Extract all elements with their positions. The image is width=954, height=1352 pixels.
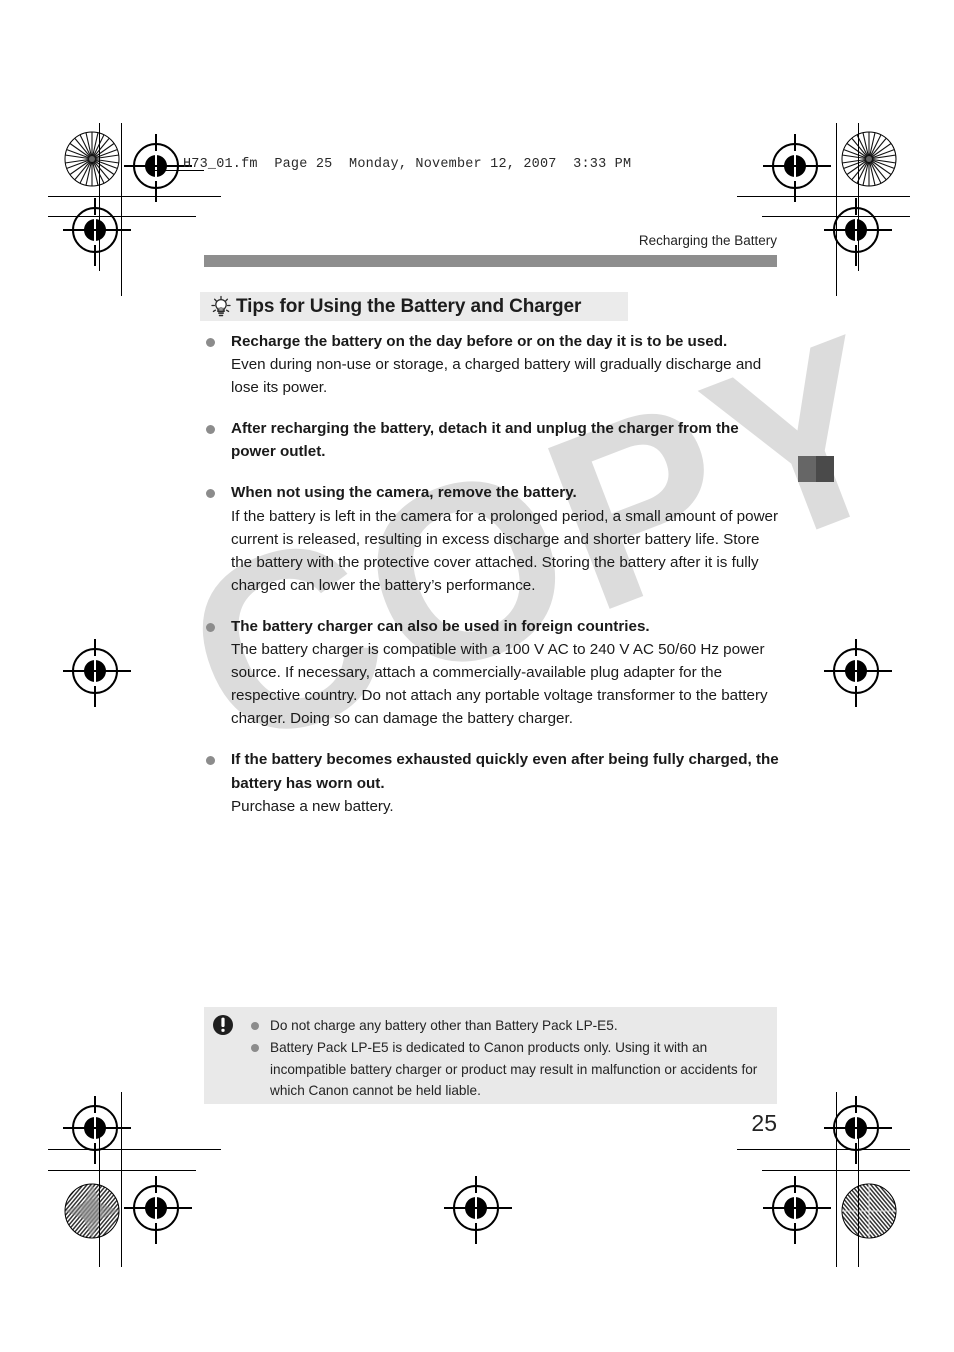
list-item: Recharge the battery on the day before o… (200, 330, 780, 399)
tip-heading-text: After recharging the battery, detach it … (231, 420, 739, 461)
tip-heading-text: When not using the camera, remove the ba… (231, 484, 577, 502)
tip-body-text: Even during non-use or storage, a charge… (231, 356, 762, 397)
page-number: 25 (751, 1110, 777, 1136)
tip-heading: If the battery becomes exhausted quickly… (200, 748, 780, 794)
caution-note-text: Battery Pack LP-E5 is dedicated to Canon… (270, 1040, 758, 1099)
list-item: When not using the camera, remove the ba… (200, 481, 780, 596)
tip-heading: Recharge the battery on the day before o… (200, 330, 780, 353)
caution-note-box: Do not charge any battery other than Bat… (204, 1007, 777, 1104)
tip-body-text: The battery charger is compatible with a… (231, 641, 768, 728)
tip-heading: When not using the camera, remove the ba… (200, 481, 780, 504)
chapter-tab-light (798, 456, 816, 482)
document-page: Recharging the Battery Tips for Using th… (0, 0, 954, 1352)
bullet-dot-icon (206, 338, 215, 347)
bullet-dot-icon (251, 1044, 259, 1053)
chapter-tab-dark (816, 456, 834, 482)
list-item: If the battery becomes exhausted quickly… (200, 748, 780, 817)
header-rule-bar (204, 255, 777, 267)
bullet-dot-icon (206, 425, 215, 435)
tip-heading-text: The battery charger can also be used in … (231, 617, 650, 635)
list-item: The battery charger can also be used in … (200, 615, 780, 730)
tip-heading: The battery charger can also be used in … (200, 615, 780, 638)
caution-note-list: Do not charge any battery other than Bat… (250, 1015, 763, 1103)
bullet-dot-icon (206, 489, 215, 499)
bullet-dot-icon (206, 756, 215, 766)
list-item: Do not charge any battery other than Bat… (250, 1015, 763, 1036)
chapter-tab-marker (798, 456, 834, 482)
lightbulb-tips-icon (206, 295, 236, 319)
tip-heading-text: If the battery becomes exhausted quickly… (231, 751, 779, 792)
section-title-text: Tips for Using the Battery and Charger (236, 295, 582, 317)
tip-body-text: If the battery is left in the camera for… (231, 507, 779, 594)
tips-list: Recharge the battery on the day before o… (200, 330, 780, 818)
list-item: After recharging the battery, detach it … (200, 417, 780, 463)
tip-heading: After recharging the battery, detach it … (200, 417, 780, 463)
tip-body-text: Purchase a new battery. (231, 797, 394, 815)
bullet-dot-icon (251, 1022, 259, 1030)
running-header: Recharging the Battery (638, 233, 777, 248)
list-item: Battery Pack LP-E5 is dedicated to Canon… (250, 1037, 763, 1101)
caution-exclamation-icon (212, 1014, 234, 1036)
file-stamp: H73_01.fm Page 25 Monday, November 12, 2… (183, 157, 632, 172)
tip-heading-text: Recharge the battery on the day before o… (231, 333, 728, 350)
caution-note-text: Do not charge any battery other than Bat… (270, 1018, 618, 1033)
section-title: Tips for Using the Battery and Charger (200, 292, 628, 321)
bullet-dot-icon (206, 622, 215, 632)
